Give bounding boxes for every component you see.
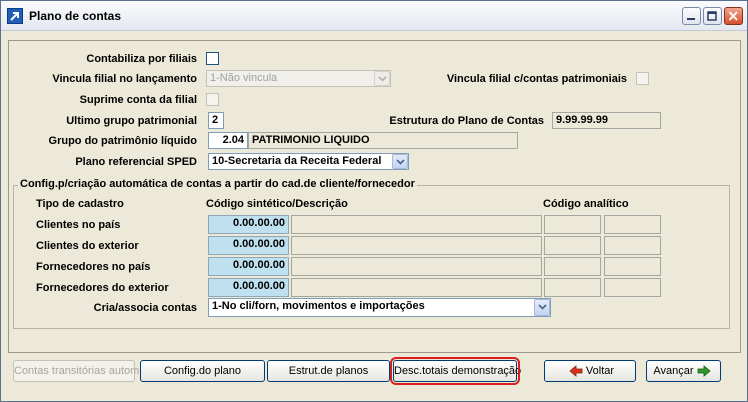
col-tipo-header: Tipo de cadastro xyxy=(36,198,124,210)
row-label-clientes-pais: Clientes no país xyxy=(36,219,121,231)
row-desc-fornecedores-exterior xyxy=(291,278,542,297)
row-label-clientes-exterior: Clientes do exterior xyxy=(36,240,139,252)
maximize-button[interactable] xyxy=(703,7,722,25)
row-label-fornecedores-exterior: Fornecedores do exterior xyxy=(36,282,169,294)
app-icon xyxy=(7,8,23,24)
row-analitico-b-clientes-pais xyxy=(604,215,661,234)
ultimo-grupo-input[interactable]: 2 xyxy=(208,112,224,129)
close-button[interactable] xyxy=(724,7,743,25)
avancar-label: Avançar xyxy=(653,365,694,377)
plano-ref-value: 10-Secretaria da Receita Federal xyxy=(212,155,382,167)
row-desc-clientes-exterior xyxy=(291,236,542,255)
arrow-left-icon xyxy=(569,365,583,377)
plano-ref-select[interactable]: 10-Secretaria da Receita Federal xyxy=(208,153,409,170)
window-title: Plano de contas xyxy=(29,9,122,23)
vincula-select[interactable]: 1-Não vincula xyxy=(206,70,391,87)
col-analitico-header: Código analítico xyxy=(543,198,629,210)
desc-totais-button[interactable]: Desc.totais demonstração xyxy=(390,357,521,385)
avancar-button[interactable]: Avançar xyxy=(646,360,721,382)
vincula-patrimoniais-checkbox[interactable] xyxy=(636,72,649,85)
grupo-pl-description: PATRIMONIO LIQUIDO xyxy=(248,132,518,149)
cria-select[interactable]: 1-No cli/forn, movimentos e importações xyxy=(208,298,551,317)
vincula-label: Vincula filial no lançamento xyxy=(52,73,197,85)
row-analitico-b-clientes-exterior xyxy=(604,236,661,255)
cria-dropdown-button[interactable] xyxy=(534,299,550,316)
row-analitico-b-fornecedores-pais xyxy=(604,257,661,276)
plano-ref-label: Plano referencial SPED xyxy=(75,156,197,168)
vincula-value: 1-Não vincula xyxy=(210,72,278,84)
vincula-dropdown-button[interactable] xyxy=(374,71,390,86)
row-code-clientes-pais[interactable]: 0.00.00.00 xyxy=(208,215,289,234)
plano-de-contas-window: Plano de contas Contabiliza por filiais … xyxy=(0,0,748,402)
row-code-fornecedores-pais[interactable]: 0.00.00.00 xyxy=(208,257,289,276)
grupo-pl-code-input[interactable]: 2.04 xyxy=(208,132,248,149)
row-analitico-a-fornecedores-exterior xyxy=(544,278,601,297)
contabiliza-checkbox[interactable] xyxy=(206,52,219,65)
cria-label: Cria/associa contas xyxy=(93,302,197,314)
row-code-fornecedores-exterior[interactable]: 0.00.00.00 xyxy=(208,278,289,297)
estrutura-value: 9.99.99.99 xyxy=(552,112,661,129)
suprime-checkbox[interactable] xyxy=(206,93,219,106)
config-group-title: Config.p/criação automática de contas a … xyxy=(18,178,417,190)
row-analitico-a-clientes-pais xyxy=(544,215,601,234)
ultimo-grupo-label: Ultimo grupo patrimonial xyxy=(66,115,197,127)
row-analitico-a-fornecedores-pais xyxy=(544,257,601,276)
minimize-button[interactable] xyxy=(682,7,701,25)
row-label-fornecedores-pais: Fornecedores no país xyxy=(36,261,151,273)
row-analitico-b-fornecedores-exterior xyxy=(604,278,661,297)
row-desc-clientes-pais xyxy=(291,215,542,234)
voltar-label: Voltar xyxy=(585,365,615,377)
estrut-planos-button[interactable]: Estrut.de planos xyxy=(267,360,390,382)
suprime-label: Suprime conta da filial xyxy=(79,94,197,106)
contas-transitorias-button[interactable]: Contas transitórias autom xyxy=(13,360,139,382)
row-code-clientes-exterior[interactable]: 0.00.00.00 xyxy=(208,236,289,255)
vincula-patrimoniais-label: Vincula filial c/contas patrimoniais xyxy=(446,73,627,85)
config-plano-button[interactable]: Config.do plano xyxy=(140,360,265,382)
row-analitico-a-clientes-exterior xyxy=(544,236,601,255)
title-bar: Plano de contas xyxy=(1,1,747,31)
contabiliza-label: Contabiliza por filiais xyxy=(86,53,197,65)
grupo-pl-label: Grupo do patrimônio líquido xyxy=(48,135,197,147)
plano-ref-dropdown-button[interactable] xyxy=(392,154,408,169)
row-desc-fornecedores-pais xyxy=(291,257,542,276)
cria-value: 1-No cli/forn, movimentos e importações xyxy=(212,300,425,312)
voltar-button[interactable]: Voltar xyxy=(544,360,636,382)
estrutura-label: Estrutura do Plano de Contas xyxy=(389,115,544,127)
col-sintetico-header: Código sintético/Descrição xyxy=(206,198,348,210)
arrow-right-icon xyxy=(697,365,711,377)
